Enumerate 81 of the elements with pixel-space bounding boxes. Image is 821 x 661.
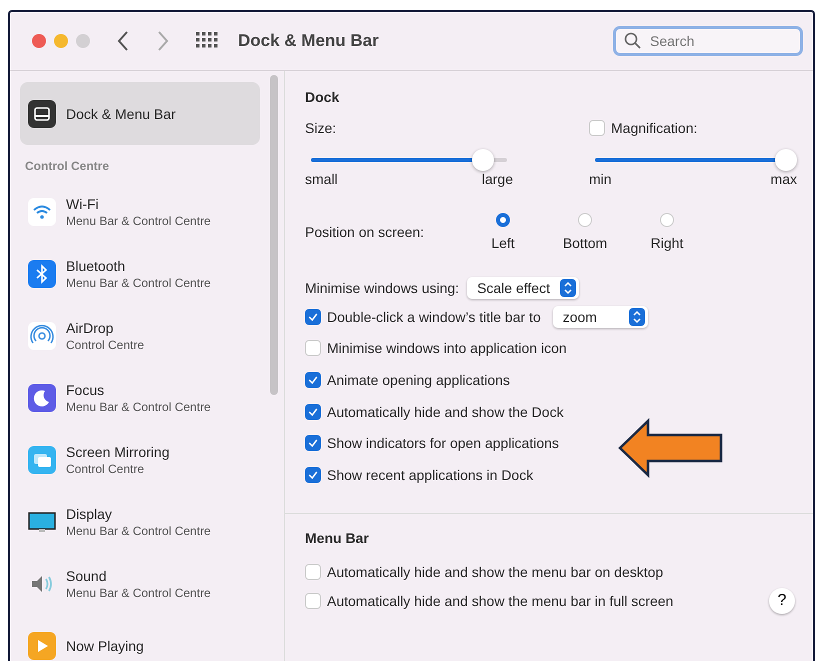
radio-label: Bottom xyxy=(562,235,608,251)
checkbox[interactable] xyxy=(305,308,321,325)
checkmark-icon xyxy=(307,310,319,323)
item-title: AirDrop xyxy=(66,320,114,336)
search-box[interactable]: Search xyxy=(613,26,803,56)
sidebar-item[interactable]: Focus Menu Bar & Control Centre xyxy=(20,367,260,429)
item-title: Wi-Fi xyxy=(66,196,100,212)
airdrop-icon xyxy=(28,322,56,350)
item-title: Dock & Menu Bar xyxy=(66,106,176,122)
checkbox-label: Show indicators for open applications xyxy=(327,435,559,452)
scrollbar-thumb[interactable] xyxy=(270,75,278,395)
checkmark-icon xyxy=(307,406,319,418)
checkbox[interactable] xyxy=(305,404,321,420)
section-heading: Dock xyxy=(305,89,340,105)
sidebar-item[interactable]: Display Menu Bar & Control Centre xyxy=(20,491,260,553)
item-title: Display xyxy=(66,506,113,522)
item-subtitle: Control Centre xyxy=(66,338,144,352)
dock-icon xyxy=(28,100,56,128)
magnification-label: Magnification: xyxy=(611,120,698,136)
minimise-label: Minimise windows using: xyxy=(305,280,460,296)
back-icon[interactable] xyxy=(116,30,130,52)
sidebar-item[interactable]: Bluetooth Menu Bar & Control Centre xyxy=(20,243,260,305)
slider-min-label: min xyxy=(589,171,612,187)
bluetooth-icon xyxy=(28,260,56,288)
search-input[interactable]: Search xyxy=(648,32,792,50)
help-button[interactable]: ? xyxy=(769,588,795,614)
radio-label: Right xyxy=(650,235,684,251)
item-subtitle: Menu Bar & Control Centre xyxy=(66,524,211,538)
item-title: Focus xyxy=(66,382,106,398)
item-title: Now Playing xyxy=(66,638,144,654)
grid-icon[interactable] xyxy=(196,32,218,50)
checkmark-icon xyxy=(307,437,319,450)
item-title: Sound xyxy=(66,568,108,584)
slider-max-label: max xyxy=(770,171,797,187)
window-title: Dock & Menu Bar xyxy=(238,31,379,51)
sidebar-item[interactable]: Dock & Menu Bar xyxy=(20,82,260,145)
checkmark-icon xyxy=(307,468,319,481)
sidebar-item[interactable]: Screen Mirroring Control Centre xyxy=(20,429,260,491)
slider-min-label: small xyxy=(305,171,338,187)
checkbox[interactable] xyxy=(305,435,321,452)
radio-label: Left xyxy=(491,235,515,251)
size-label: Size: xyxy=(305,120,336,136)
playing-icon xyxy=(28,632,56,660)
item-subtitle: Menu Bar & Control Centre xyxy=(66,586,211,600)
sidebar-item[interactable]: Sound Menu Bar & Control Centre xyxy=(20,553,260,615)
checkbox-label: Automatically hide and show the menu bar in full screen xyxy=(327,593,674,610)
section-header: Control Centre xyxy=(24,158,110,175)
checkbox-label: Minimise windows into application icon xyxy=(327,340,567,356)
section-heading: Menu Bar xyxy=(305,530,370,546)
chevrons-icon xyxy=(562,281,573,295)
slider-max-label: large xyxy=(482,171,513,187)
item-title: Bluetooth xyxy=(66,258,126,274)
sidebar-item[interactable]: AirDrop Control Centre xyxy=(20,305,260,367)
checkbox[interactable] xyxy=(305,466,321,483)
minimize-button[interactable] xyxy=(54,34,68,48)
mirroring-icon xyxy=(28,446,56,474)
radio-button[interactable] xyxy=(496,213,510,227)
sidebar-item[interactable]: Now Playing xyxy=(20,615,260,661)
position-label: Position on screen: xyxy=(305,224,426,240)
wifi-icon xyxy=(28,198,56,226)
item-subtitle: Control Centre xyxy=(66,462,146,476)
checkbox-label: Automatically hide and show the Dock xyxy=(327,404,564,420)
checkbox-label: Automatically hide and show the menu bar on desktop xyxy=(327,564,664,580)
item-title: Screen Mirroring xyxy=(66,444,170,460)
effect-dropdown[interactable]: Scale effect xyxy=(467,277,579,299)
forward-icon[interactable] xyxy=(156,30,170,52)
sidebar-item[interactable]: Wi-Fi Menu Bar & Control Centre xyxy=(20,181,260,243)
focus-icon xyxy=(28,384,56,412)
close-button[interactable] xyxy=(32,34,46,48)
item-subtitle: Menu Bar & Control Centre xyxy=(66,214,211,228)
checkbox-label: Double-click a window’s title bar to xyxy=(327,308,541,325)
action-dropdown[interactable]: zoom xyxy=(552,306,648,328)
search-icon xyxy=(624,32,642,50)
checkbox-label: Show recent applications in Dock xyxy=(327,466,534,483)
item-subtitle: Menu Bar & Control Centre xyxy=(66,276,211,290)
checkbox-label: Animate opening applications xyxy=(327,372,510,388)
chevrons-icon xyxy=(632,310,642,324)
magnification-checkbox[interactable] xyxy=(589,120,605,136)
checkmark-icon xyxy=(307,374,319,386)
checkbox[interactable] xyxy=(305,372,321,388)
item-subtitle: Menu Bar & Control Centre xyxy=(66,400,211,414)
